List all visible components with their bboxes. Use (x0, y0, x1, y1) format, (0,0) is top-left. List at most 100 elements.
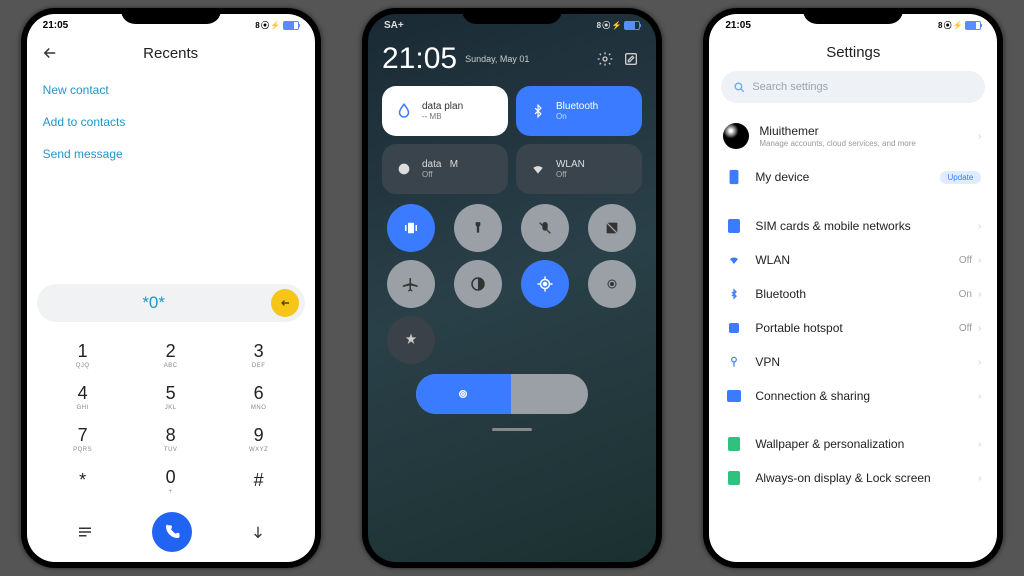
phone-dialer: 21:05 8 ⦿ ⚡ Recents New contact Add to c… (21, 8, 321, 568)
search-settings[interactable]: Search settings (721, 71, 985, 103)
chevron-right-icon: › (978, 131, 981, 142)
chevron-right-icon: › (978, 289, 981, 300)
notch (462, 8, 562, 24)
cc-date: Sunday, May 01 (465, 54, 590, 64)
settings-screen: 21:05 8 ⦿ ⚡ Settings Search settings Miu… (709, 14, 997, 562)
account-row[interactable]: Miuithemer Manage accounts, cloud servic… (709, 113, 997, 159)
settings-row-bluetooth[interactable]: BluetoothOn› (709, 277, 997, 311)
cc-toggles (382, 204, 642, 364)
settings-row-wallpaper-personalization[interactable]: Wallpaper & personalization› (709, 427, 997, 461)
avatar (723, 123, 749, 149)
settings-row-connection-sharing[interactable]: Connection & sharing› (709, 379, 997, 413)
send-message-link[interactable]: Send message (43, 138, 299, 170)
settings-title: Settings (709, 36, 997, 71)
dial-key-7[interactable]: 7PQRS (39, 418, 127, 460)
dialer-screen: 21:05 8 ⦿ ⚡ Recents New contact Add to c… (27, 14, 315, 562)
brightness-slider[interactable] (416, 374, 588, 414)
dial-key-0[interactable]: 0+ (127, 460, 215, 502)
dial-key-5[interactable]: 5JKL (127, 376, 215, 418)
chevron-right-icon: › (978, 357, 981, 368)
status-time: 21:05 (725, 20, 751, 31)
drop-icon (394, 101, 414, 121)
battery-icon (624, 21, 640, 30)
status-time: 21:05 (43, 20, 69, 31)
vpn-icon (723, 355, 745, 369)
dial-key-#[interactable]: # (215, 460, 303, 502)
aod-icon (723, 471, 745, 485)
phone-control-center: SA+ 8 ⦿ ⚡ 21:05 Sunday, May 01 data plan… (362, 8, 662, 568)
status-icons: 8 ⦿ ⚡ (938, 20, 981, 31)
collapse-icon[interactable] (250, 524, 266, 540)
bt-icon (528, 101, 548, 121)
battery-icon (283, 21, 299, 30)
globe-icon (394, 159, 414, 179)
new-contact-link[interactable]: New contact (43, 74, 299, 106)
dialer-header: Recents (27, 36, 315, 70)
hotspot-icon (723, 321, 745, 335)
share-icon (723, 390, 745, 402)
dial-key-*[interactable]: * (39, 460, 127, 502)
my-device-row[interactable]: My device Update (709, 159, 997, 195)
phone-icon (723, 169, 745, 185)
dial-key-8[interactable]: 8TUV (127, 418, 215, 460)
dial-entry: *0* (37, 284, 305, 322)
status-icons: 8 ⦿ ⚡ (255, 20, 298, 31)
toggle-vib[interactable] (387, 204, 435, 252)
chevron-right-icon: › (978, 473, 981, 484)
search-icon (733, 81, 746, 94)
toggle-dark[interactable] (588, 204, 636, 252)
toggle-plane[interactable] (387, 260, 435, 308)
notch (121, 8, 221, 24)
cc-tiles: data plan-- MBBluetoothOndata MOffWLANOf… (382, 86, 642, 194)
dial-key-1[interactable]: 1QJQ (39, 334, 127, 376)
wifi-icon (528, 159, 548, 179)
cc-screen: SA+ 8 ⦿ ⚡ 21:05 Sunday, May 01 data plan… (368, 14, 656, 562)
my-device-label: My device (755, 170, 939, 184)
bt-icon (723, 287, 745, 301)
wifi-icon (723, 254, 745, 266)
dial-key-9[interactable]: 9WXYZ (215, 418, 303, 460)
dial-key-2[interactable]: 2ABC (127, 334, 215, 376)
drag-handle[interactable] (492, 428, 532, 431)
cc-time: 21:05 (382, 42, 457, 76)
status-carrier: SA+ (384, 20, 404, 31)
toggle-auto[interactable] (387, 316, 435, 364)
cc-clock-row: 21:05 Sunday, May 01 (382, 42, 642, 76)
backspace-button[interactable] (271, 289, 299, 317)
dial-key-6[interactable]: 6MNO (215, 376, 303, 418)
chevron-right-icon: › (978, 255, 981, 266)
account-sub: Manage accounts, cloud services, and mor… (759, 139, 978, 148)
dial-pad: 1QJQ2ABC3DEF 4GHI5JKL6MNO 7PQRS8TUV9WXYZ *0… (27, 334, 315, 508)
toggle-torch[interactable] (454, 204, 502, 252)
tile-data-plan[interactable]: data plan-- MB (382, 86, 508, 136)
recents-title: Recents (41, 45, 301, 62)
settings-row-vpn[interactable]: VPN› (709, 345, 997, 379)
search-placeholder: Search settings (752, 81, 828, 93)
settings-gear-icon[interactable] (594, 48, 616, 70)
wall-icon (723, 437, 745, 451)
add-to-contacts-link[interactable]: Add to contacts (43, 106, 299, 138)
tile-wlan[interactable]: WLANOff (516, 144, 642, 194)
settings-row-sim-cards-mobile-networks[interactable]: SIM cards & mobile networks› (709, 209, 997, 243)
phone-settings: 21:05 8 ⦿ ⚡ Settings Search settings Miu… (703, 8, 1003, 568)
toggle-loc[interactable] (521, 260, 569, 308)
notch (803, 8, 903, 24)
menu-icon[interactable] (76, 523, 94, 541)
toggle-mute[interactable] (521, 204, 569, 252)
update-badge: Update (940, 171, 982, 184)
settings-row-wlan[interactable]: WLANOff› (709, 243, 997, 277)
toggle-contrast[interactable] (454, 260, 502, 308)
status-icons: 8 ⦿ ⚡ (597, 20, 640, 31)
edit-icon[interactable] (620, 48, 642, 70)
dialed-number: *0* (37, 293, 271, 313)
tile-bluetooth[interactable]: BluetoothOn (516, 86, 642, 136)
settings-row-always-on-display-lock-screen[interactable]: Always-on display & Lock screen› (709, 461, 997, 495)
call-button[interactable] (152, 512, 192, 552)
tile-data[interactable]: data MOff (382, 144, 508, 194)
settings-row-portable-hotspot[interactable]: Portable hotspotOff› (709, 311, 997, 345)
dialer-bottom-row (27, 508, 315, 562)
dial-key-3[interactable]: 3DEF (215, 334, 303, 376)
dialer-actions: New contact Add to contacts Send message (27, 70, 315, 178)
dial-key-4[interactable]: 4GHI (39, 376, 127, 418)
toggle-eye[interactable] (588, 260, 636, 308)
